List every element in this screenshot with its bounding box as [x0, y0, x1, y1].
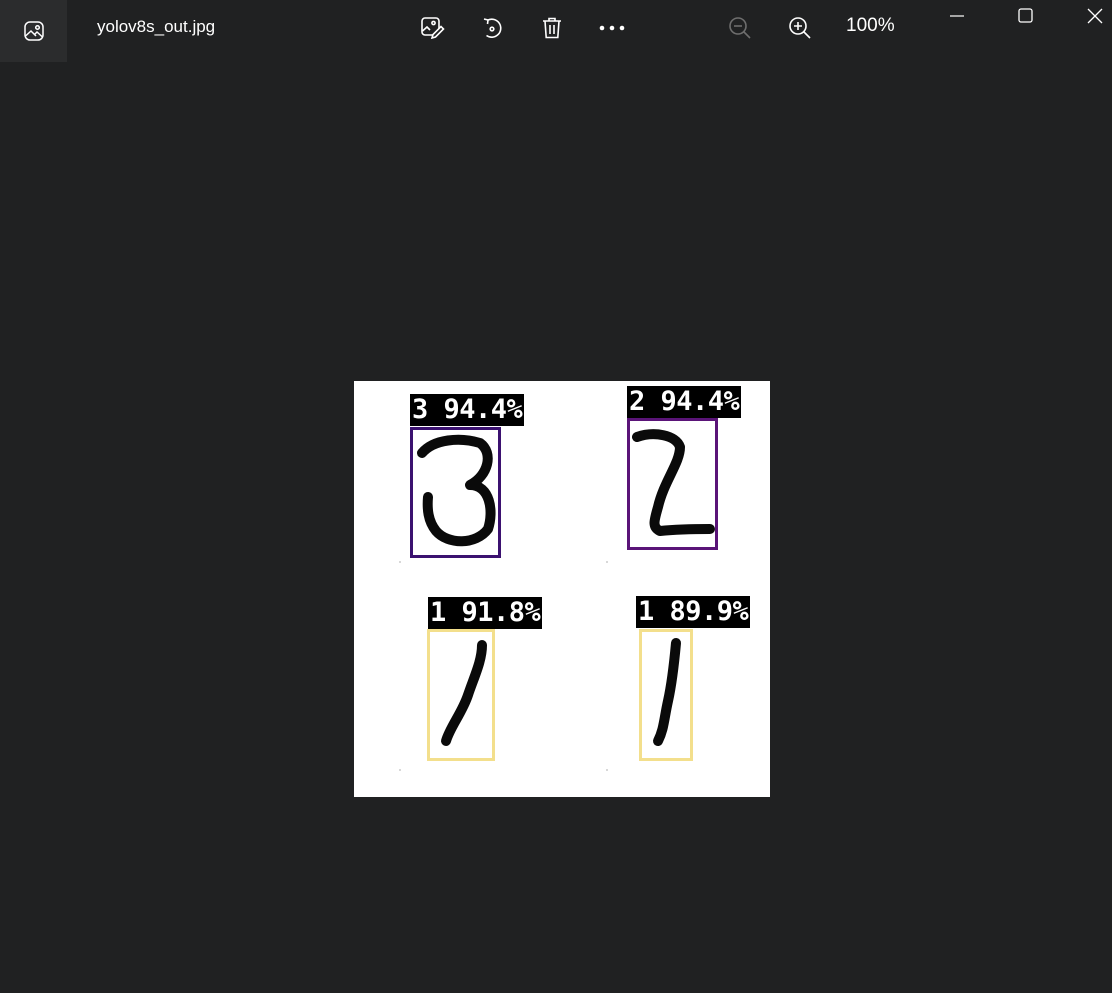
- detection-box: [427, 629, 495, 761]
- detection-label: 1 89.9%: [636, 596, 751, 628]
- more-icon: [599, 25, 625, 31]
- zoom-in-button[interactable]: [780, 8, 820, 48]
- detection-box: [627, 418, 718, 550]
- zoom-in-icon: [789, 17, 811, 39]
- zoom-out-icon: [729, 17, 751, 39]
- edit-image-button[interactable]: [412, 8, 452, 48]
- delete-button[interactable]: [532, 8, 572, 48]
- zoom-out-button[interactable]: [720, 8, 760, 48]
- maximize-icon: [1018, 8, 1033, 23]
- close-button[interactable]: [1067, 0, 1112, 32]
- rotate-button[interactable]: [472, 8, 512, 48]
- detection-label: 2 94.4%: [627, 386, 742, 418]
- maximize-button[interactable]: [998, 0, 1054, 32]
- edit-image-icon: [421, 17, 445, 40]
- photos-app-icon: [23, 21, 44, 41]
- minimize-button[interactable]: [929, 0, 985, 32]
- detection-box: [410, 427, 501, 558]
- close-icon: [1087, 8, 1103, 24]
- detection-label: 1 91.8%: [428, 597, 543, 629]
- file-name: yolov8s_out.jpg: [97, 17, 216, 36]
- zoom-level[interactable]: 100%: [846, 15, 895, 37]
- minimize-icon: [950, 15, 964, 17]
- rotate-icon: [483, 18, 502, 38]
- detection-box: [639, 629, 693, 761]
- app-menu-button[interactable]: [0, 0, 67, 62]
- detection-label: 3 94.4%: [410, 394, 525, 426]
- displayed-image: 3 94.4% 2 94.4% 1 91.8% 1 89.9%: [354, 381, 770, 797]
- delete-icon: [543, 17, 561, 39]
- title-bar: yolov8s_out.jpg 100%: [0, 0, 1112, 62]
- more-options-button[interactable]: [592, 8, 632, 48]
